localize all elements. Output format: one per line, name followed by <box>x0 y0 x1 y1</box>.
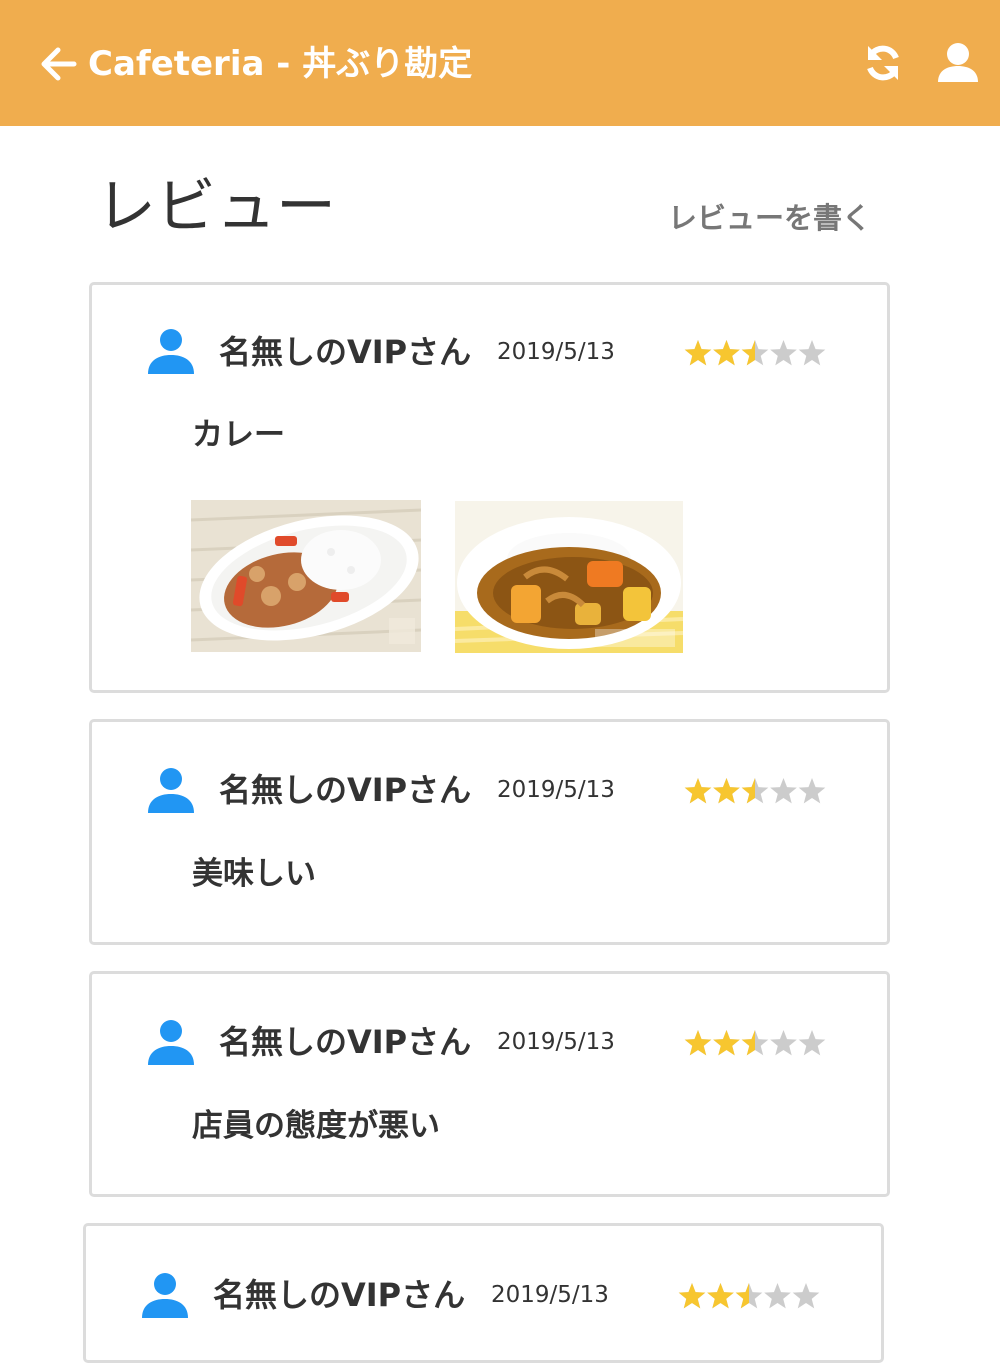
review-date: 2019/5/13 <box>497 339 615 365</box>
star-filled-icon <box>684 1030 712 1056</box>
star-icon <box>764 1283 791 1309</box>
review-text: 美味しい <box>192 856 316 892</box>
star-icon <box>792 1283 820 1309</box>
review-card: 名無しのVIPさん 2019/5/13 <box>83 1223 884 1363</box>
app-title: Cafeteria - 丼ぶり勘定 <box>88 44 473 84</box>
curry-plate-image <box>191 500 421 652</box>
star-filled-icon <box>678 1283 706 1309</box>
star-filled-icon <box>684 778 712 804</box>
review-card: 名無しのVIPさん 2019/5/13 カレー <box>89 282 890 693</box>
app-bar: Cafeteria - 丼ぶり勘定 <box>0 0 1000 126</box>
star-icon <box>798 778 826 804</box>
refresh-button[interactable] <box>862 42 904 84</box>
star-icon <box>798 1030 826 1056</box>
avatar-icon <box>142 1273 188 1318</box>
user-icon <box>938 43 978 82</box>
star-filled-icon <box>707 1283 734 1309</box>
review-username: 名無しのVIPさん <box>219 771 472 809</box>
star-icon <box>798 340 826 366</box>
star-rating <box>678 1283 820 1309</box>
review-username: 名無しのVIPさん <box>219 1023 472 1061</box>
avatar-icon <box>148 329 194 374</box>
review-username: 名無しのVIPさん <box>213 1276 466 1314</box>
star-rating <box>684 778 826 804</box>
review-date: 2019/5/13 <box>497 777 615 803</box>
review-date: 2019/5/13 <box>497 1029 615 1055</box>
review-photo[interactable] <box>191 500 421 652</box>
review-text: カレー <box>192 417 285 453</box>
review-date: 2019/5/13 <box>491 1282 609 1308</box>
star-filled-icon <box>713 1030 740 1056</box>
review-photo[interactable] <box>455 501 683 653</box>
curry-bowl-image <box>455 501 683 653</box>
star-filled-icon <box>713 778 740 804</box>
write-review-link[interactable]: レビューを書く <box>668 196 883 240</box>
avatar-icon <box>148 1020 194 1065</box>
review-username: 名無しのVIPさん <box>219 333 472 371</box>
star-filled-icon <box>713 340 740 366</box>
review-card: 名無しのVIPさん 2019/5/13 店員の態度が悪い <box>89 971 890 1197</box>
avatar-icon <box>148 768 194 813</box>
star-icon <box>770 340 797 366</box>
refresh-icon <box>867 45 899 81</box>
back-button[interactable] <box>38 44 78 84</box>
star-rating <box>684 340 826 366</box>
review-card: 名無しのVIPさん 2019/5/13 美味しい <box>89 719 890 945</box>
arrow-left-icon <box>41 47 77 81</box>
star-rating <box>684 1030 826 1056</box>
star-icon <box>770 778 797 804</box>
review-text: 店員の態度が悪い <box>192 1108 440 1144</box>
star-icon <box>770 1030 797 1056</box>
page-title: レビュー <box>96 172 336 242</box>
account-button[interactable] <box>936 42 980 84</box>
star-filled-icon <box>684 340 712 366</box>
